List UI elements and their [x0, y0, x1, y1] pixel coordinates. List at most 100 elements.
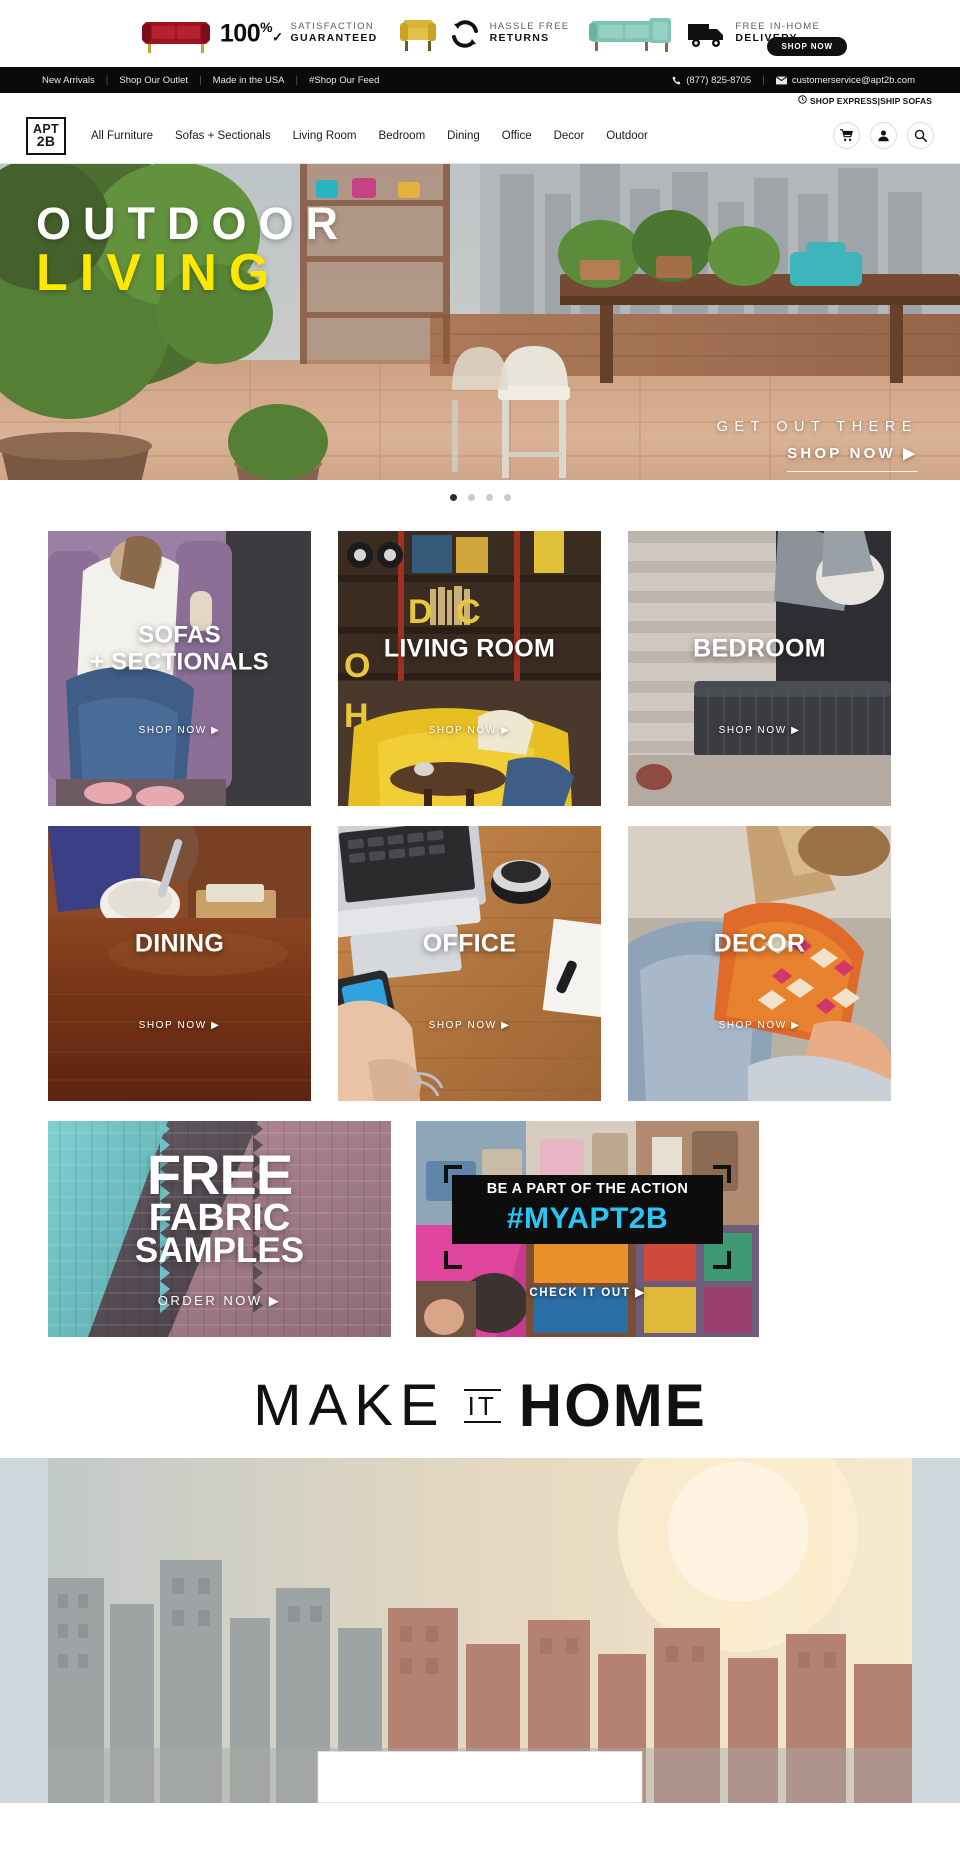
social-headline: BE A PART OF THE ACTION [452, 1175, 723, 1200]
shop-express-link[interactable]: SHOP EXPRESS|SHIP SOFAS [810, 96, 932, 106]
nav-item-outdoor[interactable]: Outdoor [595, 130, 659, 142]
account-icon[interactable] [870, 122, 897, 149]
category-shop-now[interactable]: SHOP NOW ▶ [48, 725, 311, 736]
bottom-hero-card[interactable] [317, 1751, 643, 1803]
bracket-top-right-icon [713, 1165, 731, 1183]
category-tile-living-room[interactable]: D C O H LIVING ROOM SHOP NOW ▶ [338, 531, 601, 806]
envelope-icon [775, 75, 787, 85]
teal-sectional-icon [589, 17, 672, 52]
utility-links: New Arrivals | Shop Our Outlet | Made in… [34, 75, 390, 86]
nav-item-dining[interactable]: Dining [436, 130, 491, 142]
tile-image-living-room: D C O H [338, 531, 601, 806]
category-tile-office[interactable]: OFFICE SHOP NOW ▶ [338, 826, 601, 1101]
utility-link-shop-our-feed[interactable]: #Shop Our Feed [298, 75, 390, 86]
utility-contact: (877) 825-8705 | customerservice@apt2b.c… [661, 75, 926, 86]
carousel-dot-1[interactable] [449, 493, 457, 501]
nav-item-living-room[interactable]: Living Room [282, 130, 368, 142]
promo-banner-social[interactable]: BE A PART OF THE ACTION #MYAPT2B CHECK I… [416, 1121, 759, 1337]
category-tile-sofas-sectionals[interactable]: SOFAS + SECTIONALS SHOP NOW ▶ [48, 531, 311, 806]
category-tile-bedroom[interactable]: BEDROOM SHOP NOW ▶ [628, 531, 891, 806]
hero-banner[interactable]: OUTDOOR LIVING GET OUT THERE SHOP NOW ▶ [0, 164, 960, 514]
fabric-line3: SAMPLES [134, 1231, 305, 1271]
make-it-home-word2: IT [463, 1388, 501, 1423]
promo-line2: RETURNS [489, 31, 550, 44]
phone-link[interactable]: (877) 825-8705 [661, 75, 762, 86]
category-shop-now[interactable]: SHOP NOW ▶ [48, 1020, 311, 1031]
category-shop-now[interactable]: SHOP NOW ▶ [338, 1020, 601, 1031]
nav-item-office[interactable]: Office [491, 130, 543, 142]
make-it-home-heading: MAKE IT HOME [0, 1345, 960, 1458]
arrow-right-icon: ▶ [268, 1293, 282, 1308]
nav-item-decor[interactable]: Decor [543, 130, 596, 142]
category-shop-now[interactable]: SHOP NOW ▶ [628, 1020, 891, 1031]
hero-shop-now-button[interactable]: SHOP NOW ▶ [787, 444, 918, 472]
bracket-bottom-right-icon [713, 1251, 731, 1269]
nav-item-all-furniture[interactable]: All Furniture [80, 130, 164, 142]
category-shop-now-label: SHOP NOW [718, 1019, 787, 1031]
utility-link-made-in-the-usa[interactable]: Made in the USA [202, 75, 296, 86]
category-label-line2: + SECTIONALS [90, 648, 269, 676]
fabric-order-now-label: ORDER NOW [157, 1293, 263, 1308]
carousel-dot-4[interactable] [503, 493, 511, 501]
red-sofa-icon [141, 21, 210, 53]
category-row-2: DINING SHOP NOW ▶ OFFICE SHOP NOW ▶ DECO… [48, 826, 912, 1101]
svg-text:C: C [456, 593, 481, 631]
category-shop-now-label: SHOP NOW [428, 1019, 497, 1031]
category-shop-now[interactable]: SHOP NOW ▶ [338, 725, 601, 736]
utility-link-shop-our-outlet[interactable]: Shop Our Outlet [108, 75, 199, 86]
category-shop-now[interactable]: SHOP NOW ▶ [628, 725, 891, 736]
hero-cta: GET OUT THERE SHOP NOW ▶ [717, 419, 918, 472]
promo-shop-now-button[interactable]: SHOP NOW [767, 37, 847, 56]
arrow-right-icon: ▶ [211, 1019, 221, 1031]
nav-links: All Furniture Sofas + Sectionals Living … [80, 130, 659, 142]
category-shop-now-label: SHOP NOW [138, 1019, 207, 1031]
promo-banner-fabric-samples[interactable]: FREE FABRIC SAMPLES ORDER NOW ▶ [48, 1121, 391, 1337]
bottom-hero-banner[interactable] [0, 1458, 960, 1803]
cart-icon[interactable] [833, 122, 860, 149]
category-label-line1: SOFAS [138, 621, 221, 649]
tile-image-office [338, 826, 601, 1101]
apt2b-logo[interactable]: APT 2B [26, 116, 66, 155]
nav-item-sofas-sectionals[interactable]: Sofas + Sectionals [164, 130, 282, 142]
carousel-dot-2[interactable] [467, 493, 475, 501]
category-label-line1: BEDROOM [693, 634, 826, 663]
arrow-right-icon: ▶ [501, 1019, 511, 1031]
email-link[interactable]: customerservice@apt2b.com [765, 75, 926, 86]
arrow-right-icon: ▶ [903, 445, 918, 462]
phone-icon [672, 76, 681, 85]
social-hashtag: #MYAPT2B [452, 1200, 723, 1244]
category-label: DINING [48, 929, 311, 959]
promo-item-returns: HASSLE FREE RETURNS [387, 12, 579, 56]
social-check-it-out-label: CHECK IT OUT [529, 1287, 631, 1299]
nav-item-bedroom[interactable]: Bedroom [368, 130, 437, 142]
search-icon[interactable] [907, 122, 934, 149]
arrow-right-icon: ▶ [635, 1287, 646, 1299]
utility-bar: New Arrivals | Shop Our Outlet | Made in… [0, 67, 960, 93]
fabric-order-now-button[interactable]: ORDER NOW ▶ [48, 1293, 391, 1309]
social-check-it-out-button[interactable]: CHECK IT OUT ▶ [416, 1285, 759, 1299]
category-label-line1: OFFICE [422, 929, 517, 958]
hero-title-line1: OUTDOOR [36, 198, 350, 249]
category-label-line1: DINING [134, 929, 225, 958]
arrow-right-icon: ▶ [791, 1019, 801, 1031]
express-line: SHOP EXPRESS|SHIP SOFAS [0, 93, 960, 108]
arrow-right-icon: ▶ [501, 724, 511, 736]
hero-title-line2: LIVING [36, 244, 282, 303]
category-label: LIVING ROOM [338, 635, 601, 664]
main-navigation: APT 2B All Furniture Sofas + Sectionals … [0, 108, 960, 164]
carousel-dot-3[interactable] [485, 493, 493, 501]
nav-actions [833, 122, 934, 149]
category-tile-decor[interactable]: DECOR SHOP NOW ▶ [628, 826, 891, 1101]
fabric-line1: FREE [146, 1143, 293, 1206]
hero-title: OUTDOOR LIVING [36, 200, 350, 300]
satisfaction-percent: 100%✓ [219, 18, 283, 48]
category-tile-dining[interactable]: DINING SHOP NOW ▶ [48, 826, 311, 1101]
hero-cta-tagline: GET OUT THERE [716, 419, 918, 435]
tile-image-bedroom [628, 531, 891, 806]
utility-link-new-arrivals[interactable]: New Arrivals [34, 75, 106, 86]
category-grid: SOFAS + SECTIONALS SHOP NOW ▶ D C O H LI… [0, 514, 960, 1337]
category-shop-now-label: SHOP NOW [138, 724, 207, 736]
category-shop-now-label: SHOP NOW [428, 724, 497, 736]
email-address: customerservice@apt2b.com [791, 74, 915, 86]
clock-icon [798, 95, 807, 106]
